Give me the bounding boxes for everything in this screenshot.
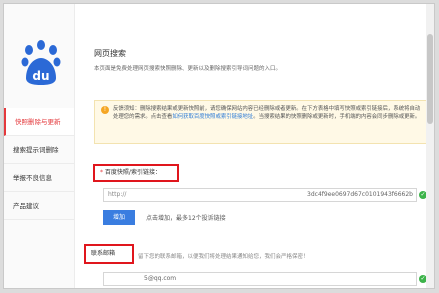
logo-text: du — [32, 69, 49, 83]
required-mark: * — [100, 169, 103, 176]
main-content: 网页搜索 本页面是免费处理网页搜索快照删除、更新以及删除搜索引导词问题的入口。 … — [84, 4, 434, 288]
browser-frame: du 快照删除与更新 搜索提示词删除 举报不良信息 产品建议 网页搜索 本页面是… — [3, 3, 435, 289]
add-link-button[interactable]: 增加 — [103, 210, 135, 225]
sidebar: du 快照删除与更新 搜索提示词删除 举报不良信息 产品建议 — [4, 4, 75, 288]
url-field-label: * 百度快照/索引链接： — [93, 164, 179, 182]
sidebar-item-suggestion[interactable]: 搜索提示词删除 — [4, 136, 74, 164]
page-title: 网页搜索 — [94, 49, 126, 58]
add-hint: 点击增加，最多12个投诉链接 — [146, 215, 226, 222]
sidebar-item-report[interactable]: 举报不良信息 — [4, 164, 74, 192]
sidebar-item-snapshot[interactable]: 快照删除与更新 — [4, 108, 74, 136]
contact-hint: 留下您的联系邮箱，以便我们将处理结果通知给您，我们会严格保密！ — [138, 254, 309, 260]
contact-label: 联系邮箱 — [84, 244, 134, 264]
email-input[interactable]: 5@qq.com — [103, 272, 417, 286]
scroll-thumb[interactable] — [427, 34, 433, 124]
page-description: 本页面是免费处理网页搜索快照删除、更新以及删除搜索引导词问题的入口。 — [94, 66, 282, 72]
notice-help-link[interactable]: 如何获取百度快照或索引链接地址 — [172, 114, 253, 120]
url-placeholder: http:// — [108, 191, 127, 198]
url-value: 3dc4f9ee0697d67c0101943f6662b — [307, 191, 413, 198]
notice-text-2: 。当搜索结果的快照删除或更新时，手机端的内容会同步删除或更新。 — [253, 114, 421, 120]
contact-label-text: 联系邮箱 — [91, 250, 116, 257]
url-label-text: 百度快照/索引链接： — [104, 169, 161, 176]
notice-box: ! 反馈须知：删除搜索结果或更新快照前，请您确保网站内容已经删除或者更新。在下方… — [94, 100, 428, 144]
baidu-logo: du — [21, 40, 61, 85]
sidebar-item-feedback[interactable]: 产品建议 — [4, 192, 74, 220]
warning-icon: ! — [101, 106, 109, 114]
url-input[interactable]: http:// 3dc4f9ee0697d67c0101943f6662b — [103, 188, 417, 202]
scrollbar[interactable] — [426, 4, 434, 288]
